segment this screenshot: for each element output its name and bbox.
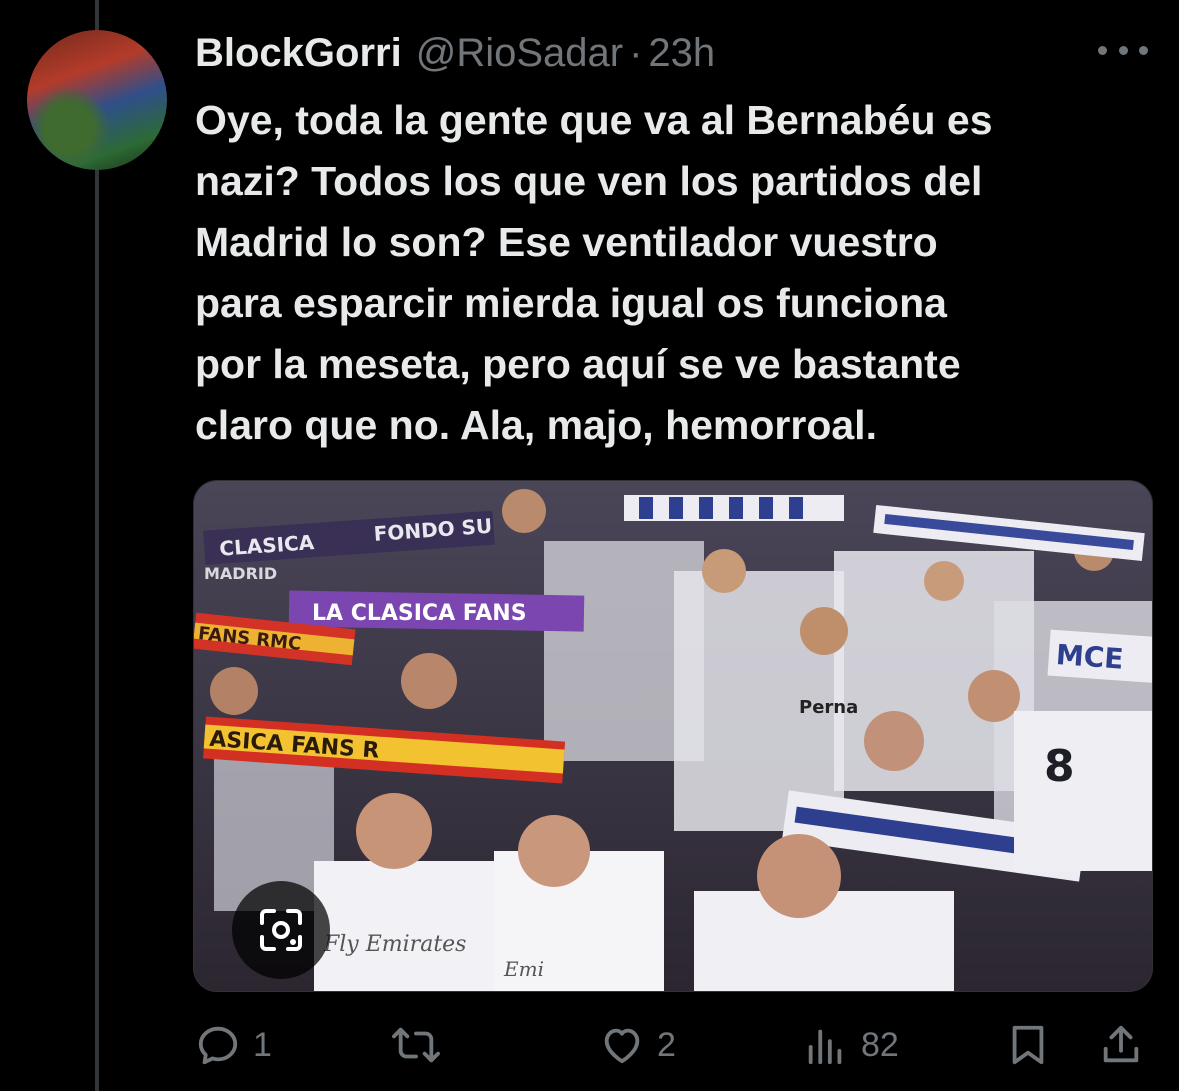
views-icon (808, 1029, 842, 1065)
like-count: 2 (657, 1025, 676, 1064)
jersey-number: 8 (1044, 741, 1075, 792)
avatar[interactable] (27, 30, 167, 170)
more-dot (1139, 45, 1148, 55)
shirt-perna: Perna (799, 697, 858, 718)
timestamp[interactable]: 23h (648, 31, 715, 76)
action-bar: 1 2 82 (193, 1015, 1153, 1075)
stadium-fans-photo: CLASICA FONDO SU MADRID LA CLASICA FANS … (194, 481, 1152, 991)
scarf-mce: MCE (1047, 629, 1152, 683)
views-count: 82 (861, 1025, 899, 1064)
more-dot (1118, 45, 1128, 55)
retweet-button[interactable] (391, 1015, 453, 1075)
user-handle[interactable]: @RioSadar (416, 31, 623, 76)
bookmark-button[interactable] (1005, 1015, 1051, 1075)
lens-glyph (260, 909, 302, 951)
shirt-sponsor-partial: Emi (503, 957, 544, 981)
shirt-sponsor: Fly Emirates (323, 932, 466, 957)
views-button[interactable]: 82 (803, 1015, 899, 1075)
display-name[interactable]: BlockGorri (195, 31, 402, 76)
tweet-media[interactable]: CLASICA FONDO SU MADRID LA CLASICA FANS … (193, 480, 1153, 992)
svg-text:MCE: MCE (1055, 638, 1125, 676)
tweet-header: BlockGorri @RioSadar · 23h (195, 28, 715, 78)
heart-icon (604, 1028, 640, 1064)
like-button[interactable]: 2 (599, 1015, 676, 1075)
separator: · (629, 30, 643, 75)
banner-madrid: MADRID (204, 564, 277, 583)
reply-count: 1 (253, 1025, 272, 1064)
svg-text:LA CLASICA FANS: LA CLASICA FANS (312, 601, 527, 626)
share-button[interactable] (1098, 1015, 1144, 1075)
reply-icon (198, 1026, 238, 1065)
more-dot (1098, 45, 1107, 55)
more-options-icon[interactable] (1098, 38, 1148, 62)
tweet-text: Oye, toda la gente que va al Bernabéu es… (195, 97, 993, 448)
bookmark-icon (1012, 1025, 1044, 1065)
scarf-la-clasica-fans: LA CLASICA FANS (288, 590, 585, 632)
share-icon (1103, 1025, 1139, 1063)
retweet-icon (392, 1027, 440, 1063)
google-lens-icon[interactable] (232, 881, 330, 979)
reply-button[interactable]: 1 (195, 1015, 272, 1075)
